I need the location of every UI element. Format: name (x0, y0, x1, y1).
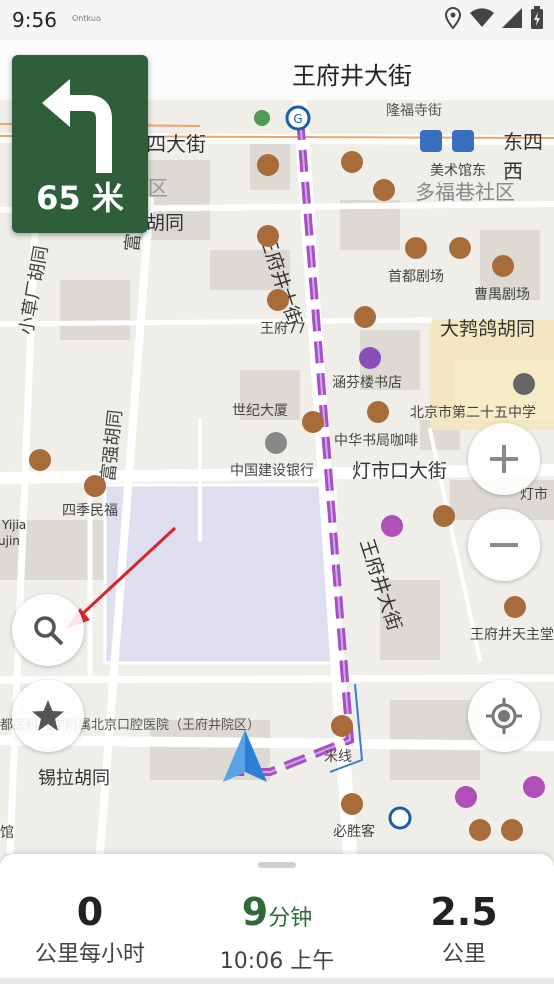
poi-label-bisheng: 必胜客 (333, 824, 375, 840)
zoom-in-button[interactable] (468, 423, 540, 495)
eta-section: 9分钟 10:06 上午 (190, 890, 364, 975)
system-nav-bar (0, 978, 554, 984)
eta-minutes: 9 (241, 890, 269, 934)
poi-label-shijida: 世纪大厦 (232, 403, 288, 419)
minus-icon (490, 543, 518, 547)
speed-value: 0 (76, 890, 104, 934)
distance-value: 2.5 (430, 890, 498, 934)
crosshair-icon (486, 698, 522, 734)
search-icon (34, 616, 64, 646)
label-yijia: Yijia (2, 518, 27, 532)
street-label-dongsi-west: 四大街 (146, 132, 206, 156)
speed-unit: 公里每小时 (34, 942, 145, 967)
poi-label-school25: 北京市第二十五中学 (410, 405, 536, 421)
poi-label-guan: 馆 (0, 825, 14, 841)
turn-instruction-card[interactable]: 65 米 (12, 55, 148, 233)
poi-label-jianshe: 中国建设银行 (230, 463, 314, 479)
user-position-arrow-icon (223, 730, 267, 782)
poi-label-church: 王府井天主堂 (470, 627, 554, 643)
trip-info-panel[interactable]: 0 公里每小时 9分钟 10:06 上午 2.5 公里 (0, 854, 554, 984)
search-button[interactable] (12, 594, 84, 666)
street-label-hutong: 胡同 (146, 212, 185, 234)
star-icon (32, 700, 64, 731)
wifi-icon (470, 8, 494, 28)
poi-label-shoudu: 首都剧场 (388, 269, 444, 285)
my-location-button[interactable] (468, 680, 540, 752)
poi-label-longfu: 隆福寺街 (386, 103, 442, 119)
battery-icon (530, 6, 544, 30)
poi-label-zhonghua: 中华书局咖啡 (334, 433, 418, 449)
turn-distance: 65 米 (36, 179, 124, 217)
poi-label-caoyu: 曹禺剧场 (474, 287, 530, 303)
panel-drag-handle[interactable] (258, 862, 296, 868)
eta-unit: 分钟 (268, 906, 313, 931)
poi-label-mixian: 米线 (324, 749, 352, 765)
location-icon (444, 7, 462, 29)
current-street-name: 王府井大街 (292, 62, 412, 90)
poi-label-meishu: 美术馆东 (430, 163, 486, 179)
signal-icon (502, 8, 522, 28)
poi-label-hanfen: 涵芬楼书店 (332, 375, 402, 391)
poi-label-sijimin: 四季民福 (62, 503, 118, 519)
label-jin: ujin (0, 534, 20, 548)
speed-section: 0 公里每小时 (20, 890, 160, 968)
district-label-duofu: 多福巷社区 (415, 180, 515, 204)
street-label-dapu: 大鹁鸽胡同 (440, 318, 536, 340)
distance-section: 2.5 公里 (394, 890, 534, 968)
favorites-button[interactable] (12, 680, 84, 752)
street-label-dengshikou: 灯市口大街 (352, 460, 448, 482)
poi-label-wangfu77: 王府77 (260, 321, 306, 337)
status-tiny-label: Ontkuo (72, 14, 101, 23)
status-bar: 9:56 Ontkuo (0, 0, 554, 40)
district-label: 区 (148, 176, 168, 200)
distance-unit: 公里 (441, 942, 486, 967)
turn-left-arrow-icon (42, 79, 112, 173)
street-label-xila: 锡拉胡同 (38, 768, 110, 789)
status-time: 9:56 (12, 8, 57, 32)
plus-icon (490, 445, 518, 473)
zoom-out-button[interactable] (468, 509, 540, 581)
arrival-time: 10:06 上午 (219, 949, 335, 974)
